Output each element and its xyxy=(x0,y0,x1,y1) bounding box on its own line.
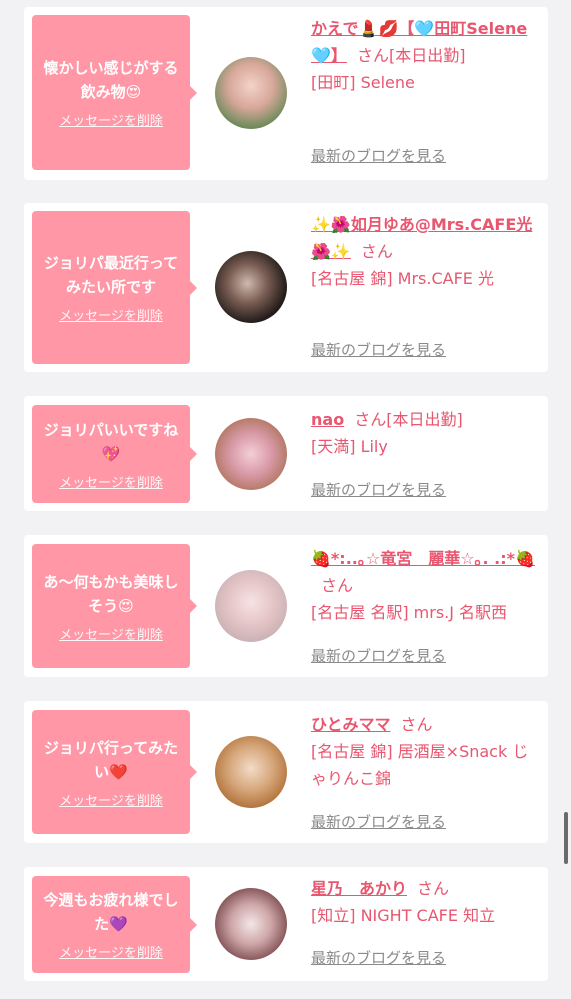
avatar[interactable] xyxy=(215,570,287,642)
sender-info: ✨🌺如月ゆあ@Mrs.CAFE光🌺✨ さん [名古屋 錦] Mrs.CAFE 光 xyxy=(311,211,541,292)
latest-blog-link[interactable]: 最新のブログを見る xyxy=(311,645,446,666)
message-text: ジョリパ最近行ってみたい所です xyxy=(43,254,179,296)
shop-name: [田町] Selene xyxy=(311,73,415,92)
status-text: [本日出勤] xyxy=(388,46,466,65)
sender-name-link[interactable]: nao xyxy=(311,410,344,429)
sender-info: かえで💄💋【🩵田町Selene🩵】 さん[本日出勤] [田町] Selene xyxy=(311,15,541,96)
sender-name-link[interactable]: ひとみママ xyxy=(311,715,391,734)
latest-blog-link[interactable]: 最新のブログを見る xyxy=(311,479,446,500)
latest-blog-link[interactable]: 最新のブログを見る xyxy=(311,811,446,832)
message-text: 懐かしい感じがする飲み物😍 xyxy=(43,59,179,101)
message-card: ジョリパいいですね💖 メッセージを削除 nao さん[本日出勤] [天満] Lil… xyxy=(24,396,548,511)
avatar[interactable] xyxy=(215,736,287,808)
message-card: 懐かしい感じがする飲み物😍 メッセージを削除 かえで💄💋【🩵田町Selene🩵】… xyxy=(24,7,548,180)
shop-name: [知立] NIGHT CAFE 知立 xyxy=(311,906,496,925)
san-suffix: さん xyxy=(417,879,450,898)
avatar[interactable] xyxy=(215,57,287,129)
scrollbar[interactable] xyxy=(564,812,568,864)
shop-name: [天満] Lily xyxy=(311,437,388,456)
avatar[interactable] xyxy=(215,251,287,323)
message-bubble: ジョリパいいですね💖 メッセージを削除 xyxy=(32,405,197,503)
message-card: 今週もお疲れ様でした💜 メッセージを削除 星乃 あかり さん [知立] NIGHT… xyxy=(24,867,548,981)
sender-info: 🍓*:..｡☆竜宮 麗華☆｡. .:*🍓 さん [名古屋 名駅] mrs.J 名駅… xyxy=(311,545,541,626)
san-suffix: さん xyxy=(356,46,389,65)
delete-message-link[interactable]: メッセージを削除 xyxy=(59,624,163,643)
message-bubble: あ〜何もかも美味しそう😍 メッセージを削除 xyxy=(32,544,197,668)
delete-message-link[interactable]: メッセージを削除 xyxy=(59,790,163,809)
avatar[interactable] xyxy=(215,418,287,490)
message-card: ジョリパ最近行ってみたい所です メッセージを削除 ✨🌺如月ゆあ@Mrs.CAFE… xyxy=(24,203,548,372)
latest-blog-link[interactable]: 最新のブログを見る xyxy=(311,947,446,968)
sender-info: 星乃 あかり さん [知立] NIGHT CAFE 知立 xyxy=(311,875,541,929)
status-text: [本日出勤] xyxy=(386,410,463,429)
avatar[interactable] xyxy=(215,888,287,960)
page: { "delete_label": "メッセージを削除", "blog_labe… xyxy=(0,0,571,999)
message-bubble: ジョリパ最近行ってみたい所です メッセージを削除 xyxy=(32,211,197,364)
sender-name-link[interactable]: 星乃 あかり xyxy=(311,879,407,898)
latest-blog-link[interactable]: 最新のブログを見る xyxy=(311,339,446,360)
shop-name: [名古屋 名駅] mrs.J 名駅西 xyxy=(311,603,508,622)
message-bubble: ジョリパ行ってみたい❤️ メッセージを削除 xyxy=(32,710,197,834)
shop-name: [名古屋 錦] 居酒屋×Snack じゃりんこ錦 xyxy=(311,742,529,788)
message-text: ジョリパ行ってみたい❤️ xyxy=(43,738,179,781)
delete-message-link[interactable]: メッセージを削除 xyxy=(59,110,163,129)
sender-name-link[interactable]: 🍓*:..｡☆竜宮 麗華☆｡. .:*🍓 xyxy=(311,549,535,568)
latest-blog-link[interactable]: 最新のブログを見る xyxy=(311,145,446,166)
sender-info: ひとみママ さん [名古屋 錦] 居酒屋×Snack じゃりんこ錦 xyxy=(311,711,541,792)
sender-info: nao さん[本日出勤] [天満] Lily xyxy=(311,406,541,460)
message-card: ジョリパ行ってみたい❤️ メッセージを削除 ひとみママ さん [名古屋 錦] 居酒… xyxy=(24,701,548,843)
sender-name-link[interactable]: ✨🌺如月ゆあ@Mrs.CAFE光🌺✨ xyxy=(311,215,532,261)
delete-message-link[interactable]: メッセージを削除 xyxy=(59,305,163,324)
message-text: あ〜何もかも美味しそう😍 xyxy=(43,572,179,615)
message-bubble: 今週もお疲れ様でした💜 メッセージを削除 xyxy=(32,876,197,973)
message-card: あ〜何もかも美味しそう😍 メッセージを削除 🍓*:..｡☆竜宮 麗華☆｡. .:… xyxy=(24,535,548,677)
san-suffix: さん xyxy=(400,715,433,734)
message-text: ジョリパいいですね💖 xyxy=(43,420,179,463)
delete-message-link[interactable]: メッセージを削除 xyxy=(59,472,163,491)
san-suffix: さん xyxy=(321,576,354,595)
message-bubble: 懐かしい感じがする飲み物😍 メッセージを削除 xyxy=(32,15,197,170)
san-suffix: さん xyxy=(354,410,387,429)
delete-message-link[interactable]: メッセージを削除 xyxy=(59,942,163,961)
san-suffix: さん xyxy=(360,242,393,261)
shop-name: [名古屋 錦] Mrs.CAFE 光 xyxy=(311,269,494,288)
message-text: 今週もお疲れ様でした💜 xyxy=(43,891,179,933)
